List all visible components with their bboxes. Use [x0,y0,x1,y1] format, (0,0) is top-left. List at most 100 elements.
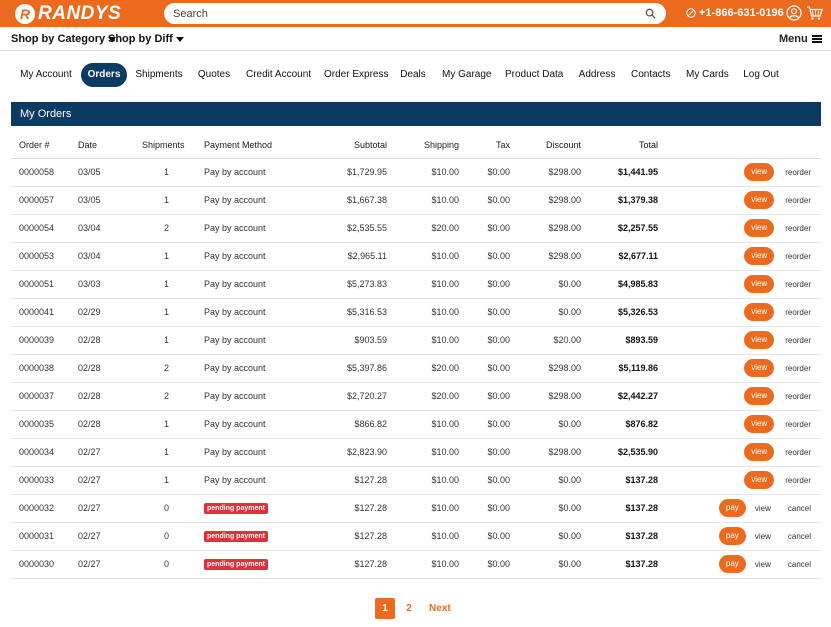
tab-credit-account[interactable]: Credit Account [246,63,311,87]
pay-button[interactable]: pay [718,555,746,573]
view-button[interactable]: view [744,303,775,321]
row-actions: view reorder [658,270,821,299]
order-discount: $0.00 [510,298,581,327]
menu-button[interactable]: Menu [779,33,822,45]
page-1-button[interactable]: 1 [375,598,395,619]
tab-address[interactable]: Address [578,63,616,87]
order-date: 03/04 [78,214,142,243]
column-header-payment-method: Payment Method [204,133,284,159]
tab-my-cards[interactable]: My Cards [686,63,729,87]
reorder-link[interactable]: reorder [785,168,811,177]
order-number[interactable]: 0000039 [11,326,78,355]
order-number[interactable]: 0000033 [11,466,78,495]
reorder-link[interactable]: reorder [785,336,811,345]
view-button[interactable]: view [744,275,775,293]
order-number[interactable]: 0000032 [11,494,78,523]
view-button[interactable]: view [744,247,775,265]
reorder-link[interactable]: reorder [785,196,811,205]
cart-icon[interactable] [806,5,823,21]
order-subtotal: $1,729.95 [284,158,387,187]
search-input[interactable] [173,6,633,21]
order-total: $137.28 [581,466,658,495]
order-tax: $0.00 [459,158,510,187]
tab-log-out[interactable]: Log Out [743,63,779,87]
cancel-link[interactable]: cancel [788,532,811,541]
tab-product-data[interactable]: Product Data [505,63,563,87]
order-date: 02/27 [78,466,142,495]
shipment-count: 1 [142,438,204,467]
cancel-link[interactable]: cancel [788,504,811,513]
reorder-link[interactable]: reorder [785,224,811,233]
order-number[interactable]: 0000041 [11,298,78,327]
order-number[interactable]: 0000057 [11,186,78,215]
view-button[interactable]: view [744,387,775,405]
pay-button[interactable]: pay [718,499,746,517]
tab-my-garage[interactable]: My Garage [442,63,491,87]
tab-order-express[interactable]: Order Express [324,63,388,87]
view-button[interactable]: view [744,359,775,377]
reorder-link[interactable]: reorder [785,280,811,289]
search-box [164,3,666,24]
shop-by-diff-menu[interactable]: Shop by Diff [108,33,184,45]
order-number[interactable]: 0000034 [11,438,78,467]
order-number[interactable]: 0000037 [11,382,78,411]
tab-shipments[interactable]: Shipments [133,63,185,87]
reorder-link[interactable]: reorder [785,252,811,261]
order-number[interactable]: 0000054 [11,214,78,243]
view-button[interactable]: view [744,331,775,349]
order-number[interactable]: 0000031 [11,522,78,551]
payment-cell: pending payment [204,550,284,579]
view-button[interactable]: view [744,443,775,461]
reorder-link[interactable]: reorder [785,420,811,429]
reorder-link[interactable]: reorder [785,448,811,457]
user-icon[interactable] [786,5,802,21]
tab-contacts[interactable]: Contacts [631,63,670,87]
randys-logo[interactable]: R RANDYS [15,3,121,24]
view-button[interactable]: view [744,471,775,489]
view-button[interactable]: view [744,191,775,209]
tab-my-account[interactable]: My Account [11,63,81,87]
order-number[interactable]: 0000051 [11,270,78,299]
reorder-link[interactable]: reorder [785,308,811,317]
tab-quotes[interactable]: Quotes [196,63,232,87]
cancel-link[interactable]: cancel [788,560,811,569]
reorder-link[interactable]: reorder [785,392,811,401]
view-button[interactable]: view [744,163,775,181]
phone-link[interactable]: +1-866-631-0196 [686,7,784,19]
order-shipping: $10.00 [387,466,459,495]
order-subtotal: $5,397.86 [284,354,387,383]
order-tax: $0.00 [459,242,510,271]
view-link[interactable]: view [755,532,771,541]
order-date: 03/05 [78,186,142,215]
order-discount: $0.00 [510,522,581,551]
order-number[interactable]: 0000038 [11,354,78,383]
table-row: 0000031 02/27 0 pending payment $127.28 $10.0… [11,522,821,551]
shipment-count: 0 [142,550,204,579]
page-2-button[interactable]: 2 [399,598,419,619]
tab-deals[interactable]: Deals [399,63,427,87]
order-number[interactable]: 0000035 [11,410,78,439]
order-number[interactable]: 0000030 [11,550,78,579]
view-link[interactable]: view [755,504,771,513]
reorder-link[interactable]: reorder [785,476,811,485]
order-discount: $298.00 [510,186,581,215]
order-number[interactable]: 0000053 [11,242,78,271]
payment-method: Pay by account [204,223,266,233]
next-page-link[interactable]: Next [429,603,451,614]
payment-method: Pay by account [204,447,266,457]
tab-orders[interactable]: Orders [81,63,127,87]
view-button[interactable]: view [744,415,775,433]
shop-by-category-menu[interactable]: Shop by Category [11,33,117,45]
view-link[interactable]: view [755,560,771,569]
view-button[interactable]: view [744,219,775,237]
shipment-count-value: 1 [164,419,170,429]
payment-cell: Pay by account [204,326,284,355]
shipment-count-value: 2 [164,223,170,233]
order-number[interactable]: 0000058 [11,158,78,187]
order-date: 02/27 [78,550,142,579]
payment-cell: Pay by account [204,186,284,215]
reorder-link[interactable]: reorder [785,364,811,373]
order-date: 02/27 [78,494,142,523]
search-icon[interactable] [645,8,656,19]
pay-button[interactable]: pay [718,527,746,545]
